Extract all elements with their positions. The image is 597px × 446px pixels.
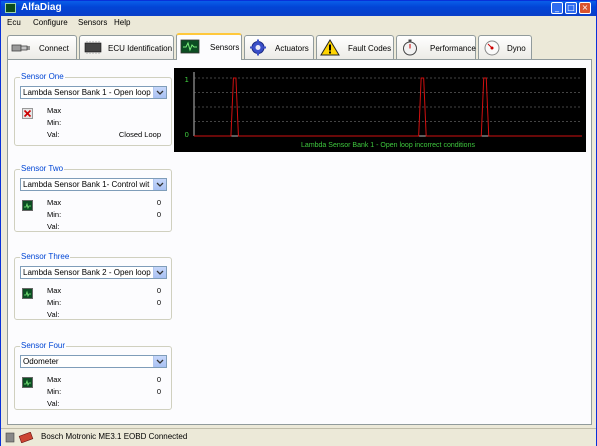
chart-title: Lambda Sensor Bank 1 - Open loop incorre… bbox=[301, 142, 475, 149]
warning-icon bbox=[320, 39, 340, 56]
sensor-four-group: Sensor Four Odometer Max Min: Val: 0 0 bbox=[14, 341, 172, 410]
tab-performance[interactable]: Performance bbox=[396, 35, 476, 59]
menu-help[interactable]: Help bbox=[114, 18, 130, 27]
tab-actuators[interactable]: Actuators bbox=[244, 35, 314, 59]
maximize-button[interactable]: □ bbox=[565, 2, 577, 14]
connect-plug-icon bbox=[11, 44, 30, 52]
minimize-button[interactable]: _ bbox=[551, 2, 563, 14]
monitor-wave-icon bbox=[180, 39, 200, 54]
sensor-chart-svg: 1 0 Lambda Sensor Bank 1 - Open loop inc… bbox=[185, 72, 582, 149]
tab-strip: Connect ECU Identification Sensors Actua… bbox=[7, 33, 592, 60]
max-label: Max bbox=[47, 286, 62, 295]
min-label: Min: bbox=[47, 298, 62, 307]
select-value: Lambda Sensor Bank 1- Control wit bbox=[23, 180, 150, 189]
sensor-two-chart-toggle[interactable] bbox=[22, 200, 33, 211]
chevron-down-icon bbox=[153, 87, 166, 98]
min-value: 0 bbox=[156, 298, 161, 307]
tab-sensors[interactable]: Sensors bbox=[176, 33, 242, 60]
title-bar[interactable]: AlfaDiag _ □ × bbox=[1, 1, 596, 16]
tab-fault-codes[interactable]: Fault Codes bbox=[316, 35, 394, 59]
min-value: 0 bbox=[156, 210, 161, 219]
tab-label: ECU Identification bbox=[108, 44, 173, 53]
sensor-group-title: Sensor Two bbox=[20, 164, 65, 173]
min-value: 0 bbox=[156, 387, 161, 396]
chart-icon bbox=[24, 290, 31, 298]
chip-icon bbox=[84, 41, 102, 54]
chart-icon bbox=[24, 379, 31, 387]
tab-label: Performance bbox=[430, 44, 476, 53]
tab-connect[interactable]: Connect bbox=[7, 35, 77, 59]
sensor-one-select[interactable]: Lambda Sensor Bank 1 - Open loop bbox=[20, 86, 167, 99]
min-label: Min: bbox=[47, 387, 62, 396]
sensor-two-select[interactable]: Lambda Sensor Bank 1- Control wit bbox=[20, 178, 167, 191]
chevron-down-icon bbox=[153, 179, 166, 190]
max-label: Max bbox=[47, 198, 62, 207]
val-label: Val: bbox=[47, 310, 60, 319]
tab-label: Sensors bbox=[210, 43, 240, 52]
window-title: AlfaDiag bbox=[21, 2, 62, 13]
app-window: AlfaDiag _ □ × Ecu Configure Sensors Hel… bbox=[0, 0, 597, 446]
select-value: Lambda Sensor Bank 1 - Open loop bbox=[23, 88, 151, 97]
sensor-four-chart-toggle[interactable] bbox=[22, 377, 33, 388]
gear-icon bbox=[250, 39, 266, 56]
min-label: Min: bbox=[47, 210, 62, 219]
max-label: Max bbox=[47, 106, 62, 115]
sensor-three-group: Sensor Three Lambda Sensor Bank 2 - Open… bbox=[14, 252, 172, 320]
chevron-down-icon bbox=[153, 356, 166, 367]
status-bar: Bosch Motronic ME3.1 EOBD Connected bbox=[1, 428, 596, 446]
max-value: 0 bbox=[156, 286, 161, 295]
sensor-group-title: Sensor Four bbox=[20, 341, 67, 350]
gauge-icon bbox=[484, 40, 500, 56]
menu-bar: Ecu Configure Sensors Help bbox=[1, 16, 596, 30]
val-label: Val: bbox=[47, 222, 60, 231]
chevron-down-icon bbox=[153, 267, 166, 278]
stopwatch-icon bbox=[403, 39, 417, 56]
tab-label: Dyno bbox=[507, 44, 526, 53]
sensor-one-chart-toggle[interactable] bbox=[22, 108, 33, 119]
sensor-three-select[interactable]: Lambda Sensor Bank 2 - Open loop bbox=[20, 266, 167, 279]
max-value: 0 bbox=[156, 375, 161, 384]
sensor-four-select[interactable]: Odometer bbox=[20, 355, 167, 368]
val-label: Val: bbox=[47, 399, 60, 408]
menu-configure[interactable]: Configure bbox=[33, 18, 68, 27]
max-value: 0 bbox=[156, 198, 161, 207]
sensor-one-group: Sensor One Lambda Sensor Bank 1 - Open l… bbox=[14, 72, 172, 146]
close-button[interactable]: × bbox=[579, 2, 591, 14]
status-text: Bosch Motronic ME3.1 EOBD Connected bbox=[41, 432, 188, 441]
sensor-group-title: Sensor Three bbox=[20, 252, 71, 261]
grid-lines bbox=[194, 77, 582, 122]
sensor-three-chart-toggle[interactable] bbox=[22, 288, 33, 299]
sensor-chart: 1 0 Lambda Sensor Bank 1 - Open loop inc… bbox=[174, 68, 586, 152]
y-tick-label: 0 bbox=[185, 131, 189, 139]
app-icon bbox=[5, 3, 16, 13]
menu-sensors[interactable]: Sensors bbox=[78, 18, 107, 27]
error-x-icon bbox=[23, 109, 32, 118]
tab-label: Fault Codes bbox=[348, 44, 392, 53]
select-value: Lambda Sensor Bank 2 - Open loop bbox=[23, 268, 151, 277]
tab-label: Actuators bbox=[275, 44, 309, 53]
val-label: Val: bbox=[47, 130, 60, 139]
tab-label: Connect bbox=[39, 44, 69, 53]
sensors-panel: Sensor One Lambda Sensor Bank 1 - Open l… bbox=[7, 59, 592, 425]
chart-icon bbox=[24, 202, 31, 210]
menu-ecu[interactable]: Ecu bbox=[7, 18, 21, 27]
sensor-group-title: Sensor One bbox=[20, 72, 65, 81]
select-value: Odometer bbox=[23, 357, 59, 366]
y-tick-label: 1 bbox=[185, 76, 189, 84]
sensor-two-group: Sensor Two Lambda Sensor Bank 1- Control… bbox=[14, 164, 172, 232]
connection-status-icon bbox=[5, 432, 34, 443]
min-label: Min: bbox=[47, 118, 62, 127]
tab-dyno[interactable]: Dyno bbox=[478, 35, 532, 59]
tab-ecu-identification[interactable]: ECU Identification bbox=[79, 35, 174, 59]
max-label: Max bbox=[47, 375, 62, 384]
val-value: Closed Loop bbox=[118, 130, 161, 139]
